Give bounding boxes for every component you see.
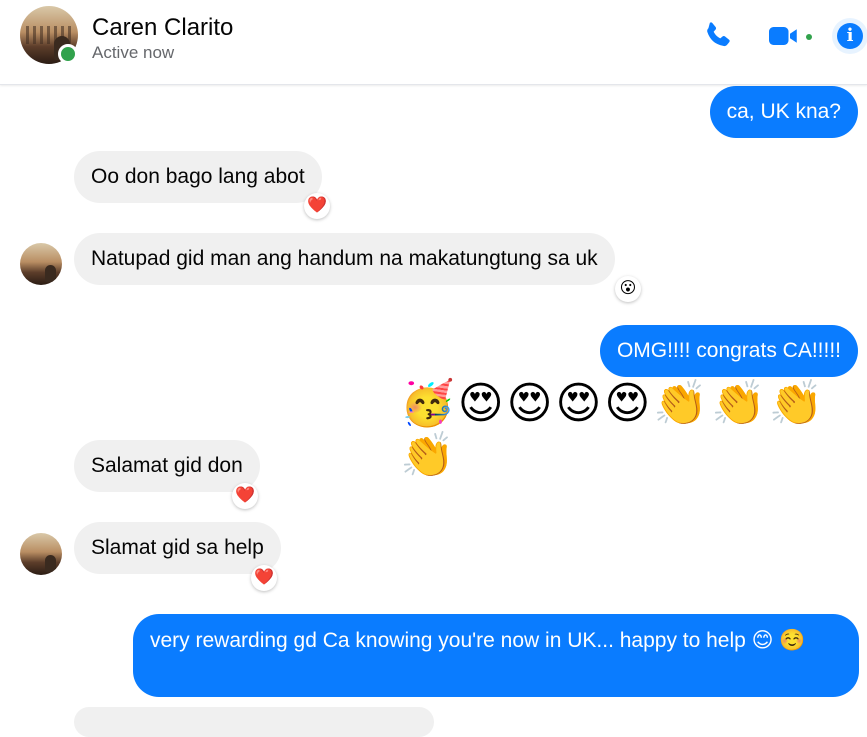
emoji-message[interactable]: 🥳😍😍😍😍👏👏👏👏 <box>400 378 867 480</box>
wow-reaction[interactable]: 😮 <box>615 276 641 302</box>
video-call-icon[interactable] <box>766 18 802 54</box>
message-bubble-outgoing[interactable]: ca, UK kna? <box>709 86 858 138</box>
message-bubble-outgoing[interactable]: OMG!!!! congrats CA!!!!! <box>599 325 858 377</box>
heart-reaction[interactable]: ❤️ <box>251 565 277 591</box>
contact-avatar-small[interactable] <box>20 533 62 575</box>
online-status-dot <box>58 44 78 64</box>
contact-status: Active now <box>92 43 175 62</box>
video-active-dot <box>806 34 812 40</box>
message-bubble-incoming[interactable]: Natupad gid man ang handum na makatungtu… <box>74 233 615 285</box>
message-bubble-incoming-partial[interactable] <box>74 707 434 737</box>
phone-icon[interactable] <box>700 18 736 54</box>
message-bubble-incoming[interactable]: Oo don bago lang abot <box>74 151 322 203</box>
heart-reaction[interactable]: ❤️ <box>304 193 330 219</box>
contact-name[interactable]: Caren Clarito <box>92 14 233 42</box>
message-bubble-incoming[interactable]: Slamat gid sa help <box>74 522 281 574</box>
info-icon: i <box>837 23 863 49</box>
info-button[interactable]: i <box>832 18 867 54</box>
contact-avatar-small[interactable] <box>20 243 62 285</box>
message-bubble-incoming[interactable]: Salamat gid don <box>74 440 260 492</box>
message-bubble-outgoing[interactable]: very rewarding gd Ca knowing you're now … <box>133 614 859 697</box>
chat-header: Caren Clarito Active now i <box>0 0 867 85</box>
heart-reaction[interactable]: ❤️ <box>232 483 258 509</box>
